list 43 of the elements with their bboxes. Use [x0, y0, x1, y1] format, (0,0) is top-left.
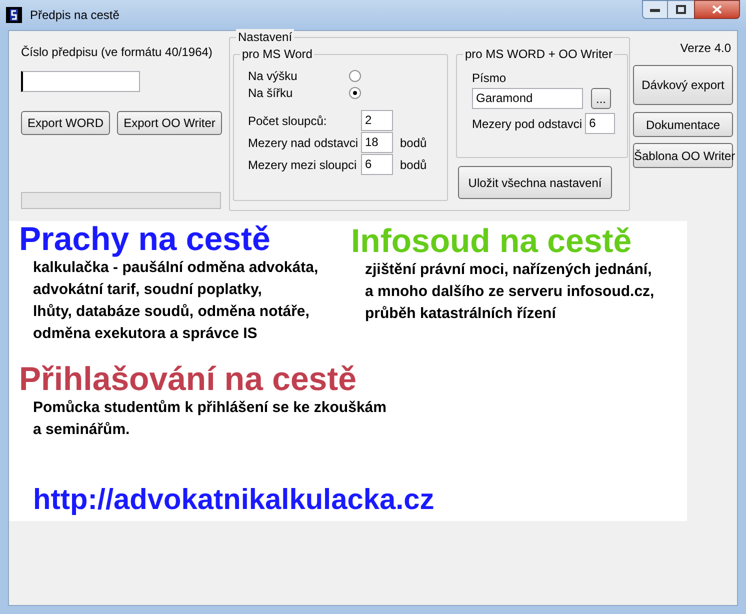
- batch-export-button[interactable]: Dávkový export: [633, 65, 733, 105]
- radio-button[interactable]: [349, 86, 361, 98]
- promo-text: zjištění právní moci, nařízených jednání, a mnoho dalšího ze serveru infosoud.cz, průběh katastrálních řízení: [365, 260, 654, 324]
- promo-text: Pomůcka studentům k přihlášení se ke zkouškám a seminářům.: [33, 398, 386, 440]
- number-field[interactable]: 2: [361, 110, 393, 131]
- website-link[interactable]: http://advokatnikalkulacka.cz: [33, 479, 687, 522]
- export-button[interactable]: Export OO Writer: [117, 111, 222, 135]
- field-label: Mezery pod odstavci: [472, 116, 582, 132]
- input-field[interactable]: [21, 71, 140, 92]
- promo-heading: Přihlašování na cestě: [19, 361, 356, 397]
- maximize-icon: [676, 5, 686, 14]
- template-button[interactable]: Šablona OO Writer: [633, 143, 733, 168]
- browse-button[interactable]: ...: [591, 88, 611, 109]
- minimize-icon: [650, 8, 660, 12]
- font-field[interactable]: Garamond: [472, 88, 583, 109]
- documentation-button[interactable]: Dokumentace: [633, 112, 733, 137]
- group-title: pro MS Word: [240, 46, 314, 62]
- promo-heading: Prachy na cestě: [19, 221, 270, 257]
- field-label: Mezery nad odstavci: [248, 134, 360, 152]
- radio-label: Na šířku: [248, 84, 294, 102]
- close-icon: [712, 5, 722, 14]
- radio-label: Na výšku: [248, 68, 298, 84]
- minimize-button[interactable]: [642, 0, 668, 19]
- number-field[interactable]: 6: [585, 113, 616, 134]
- number-field[interactable]: 6: [361, 154, 393, 175]
- group-title: pro MS WORD + OO Writer: [463, 46, 614, 62]
- version-label: Verze 4.0: [680, 40, 731, 57]
- number-field[interactable]: 18: [361, 132, 393, 153]
- field-label: Mezery mezi sloupci: [248, 156, 358, 174]
- promo-heading: Infosoud na cestě: [351, 223, 632, 259]
- unit-label: bodů: [400, 134, 427, 152]
- promo-text: kalkulačka - paušální odměna advokáta, advokátní tarif, soudní poplatky, lhůty, databáze soudů, odměna notáře, odměna exekutora a správce IS: [33, 258, 318, 344]
- unit-label: bodů: [400, 156, 427, 174]
- maximize-button[interactable]: [668, 0, 694, 19]
- export-button[interactable]: Export WORD: [21, 111, 110, 135]
- close-button[interactable]: [694, 0, 740, 19]
- field-label: Číslo předpisu (ve formátu 40/1964): [21, 44, 214, 61]
- field-label: Písmo: [472, 70, 508, 87]
- radio-button[interactable]: [349, 70, 361, 82]
- field-label: Počet sloupců:: [248, 112, 328, 130]
- window-title: Předpis na cestě: [30, 7, 120, 24]
- save-button[interactable]: Uložit všechna nastavení: [458, 166, 612, 199]
- app-icon: [6, 7, 22, 23]
